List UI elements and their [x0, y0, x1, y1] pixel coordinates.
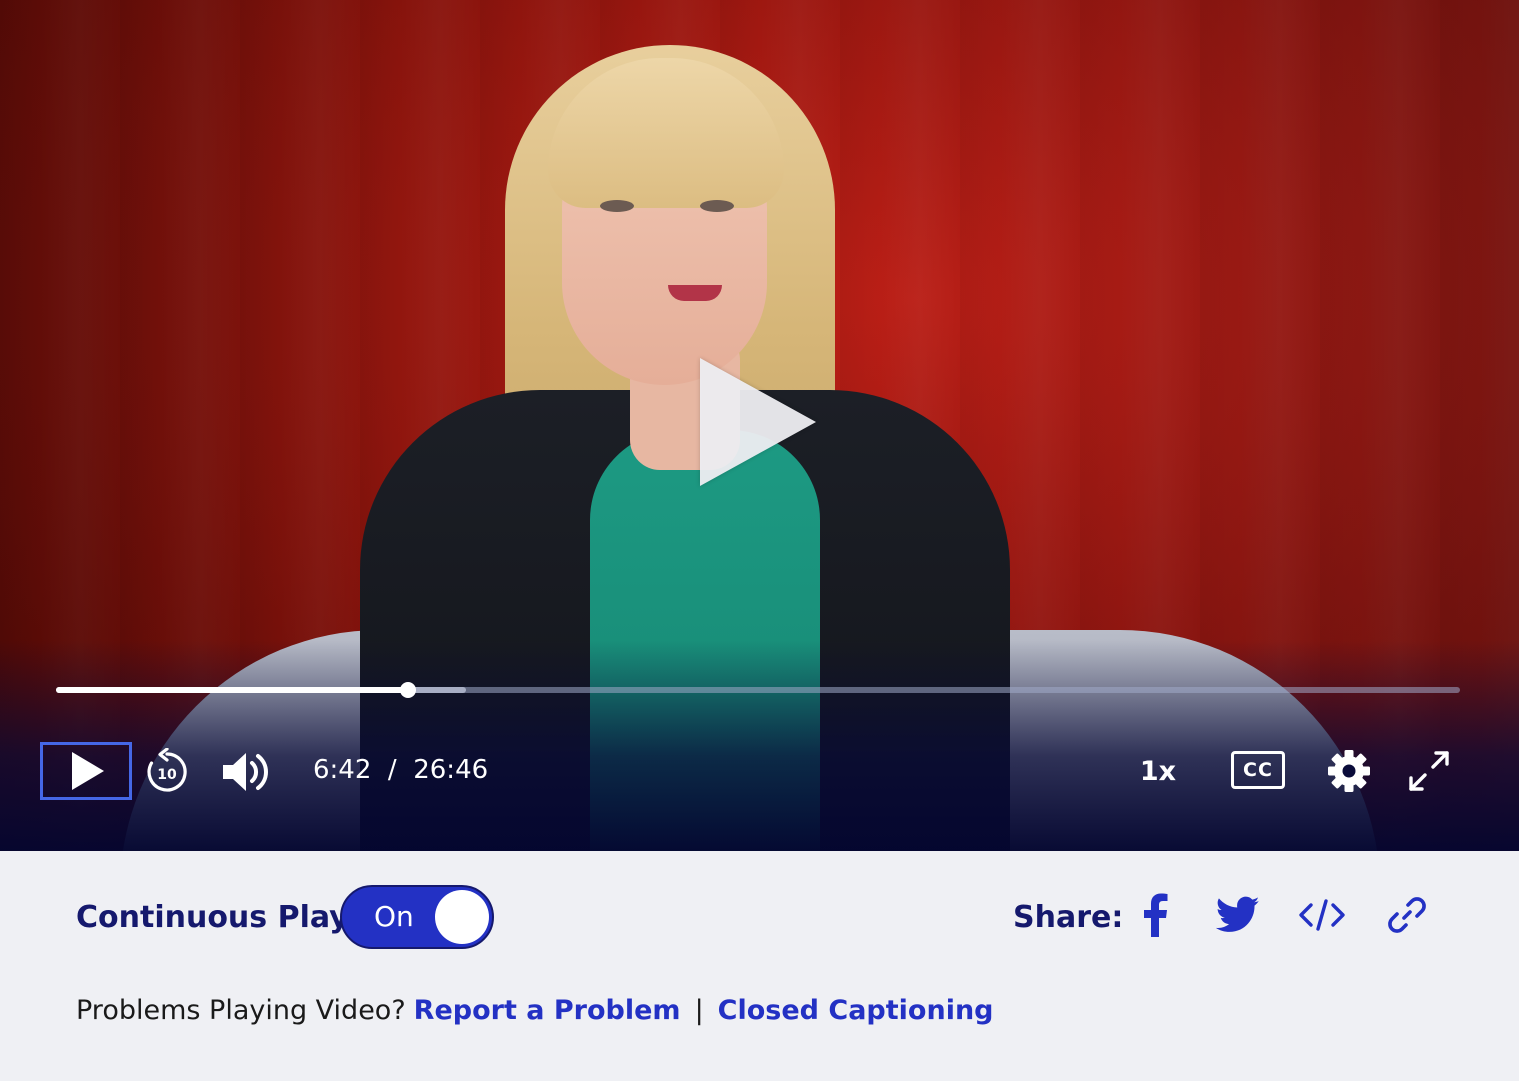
gear-icon [1328, 750, 1370, 792]
continuous-play-toggle[interactable]: On [340, 885, 494, 949]
speed-label: 1x [1139, 755, 1177, 787]
playback-speed-button[interactable]: 1x [1130, 748, 1186, 794]
twitter-icon [1216, 896, 1260, 932]
share-embed-button[interactable] [1297, 890, 1347, 940]
closed-captions-button[interactable]: CC [1228, 748, 1288, 792]
current-time: 6:42 [313, 755, 372, 785]
facebook-icon [1144, 893, 1168, 937]
cc-icon: CC [1231, 751, 1285, 789]
continuous-play-label: Continuous Play: [76, 900, 361, 935]
svg-text:10: 10 [157, 767, 177, 783]
share-link-button[interactable] [1382, 890, 1432, 940]
report-problem-link[interactable]: Report a Problem [414, 995, 681, 1026]
fullscreen-icon [1409, 751, 1449, 791]
embed-code-icon [1299, 899, 1345, 931]
progress-played [56, 687, 409, 693]
link-separator: | [694, 995, 704, 1026]
share-label: Share: [1013, 900, 1124, 935]
fullscreen-button[interactable] [1402, 744, 1456, 798]
time-separator: / [387, 755, 397, 785]
play-icon [72, 752, 104, 790]
toggle-state-label: On [374, 900, 414, 933]
time-display: 6:42 / 26:46 [313, 755, 488, 785]
link-icon [1388, 897, 1426, 933]
player-options-panel [0, 851, 1519, 1081]
big-play-icon[interactable] [700, 358, 816, 486]
volume-button[interactable] [216, 745, 274, 799]
video-player[interactable]: 10 6:42 / 26:46 1x CC [0, 0, 1519, 851]
toggle-knob [435, 890, 489, 944]
closed-captioning-link[interactable]: Closed Captioning [718, 995, 994, 1026]
play-button[interactable] [40, 742, 132, 800]
rewind-10-button[interactable]: 10 [140, 745, 194, 799]
rewind-10-icon: 10 [147, 748, 187, 792]
problems-row: Problems Playing Video? Report a Problem… [76, 995, 994, 1026]
settings-button[interactable] [1322, 744, 1376, 798]
share-facebook-button[interactable] [1130, 890, 1180, 940]
progress-bar[interactable] [56, 682, 1460, 698]
volume-icon [223, 753, 268, 791]
duration: 26:46 [413, 755, 489, 785]
share-twitter-button[interactable] [1213, 890, 1263, 940]
problems-prompt: Problems Playing Video? [76, 995, 406, 1026]
